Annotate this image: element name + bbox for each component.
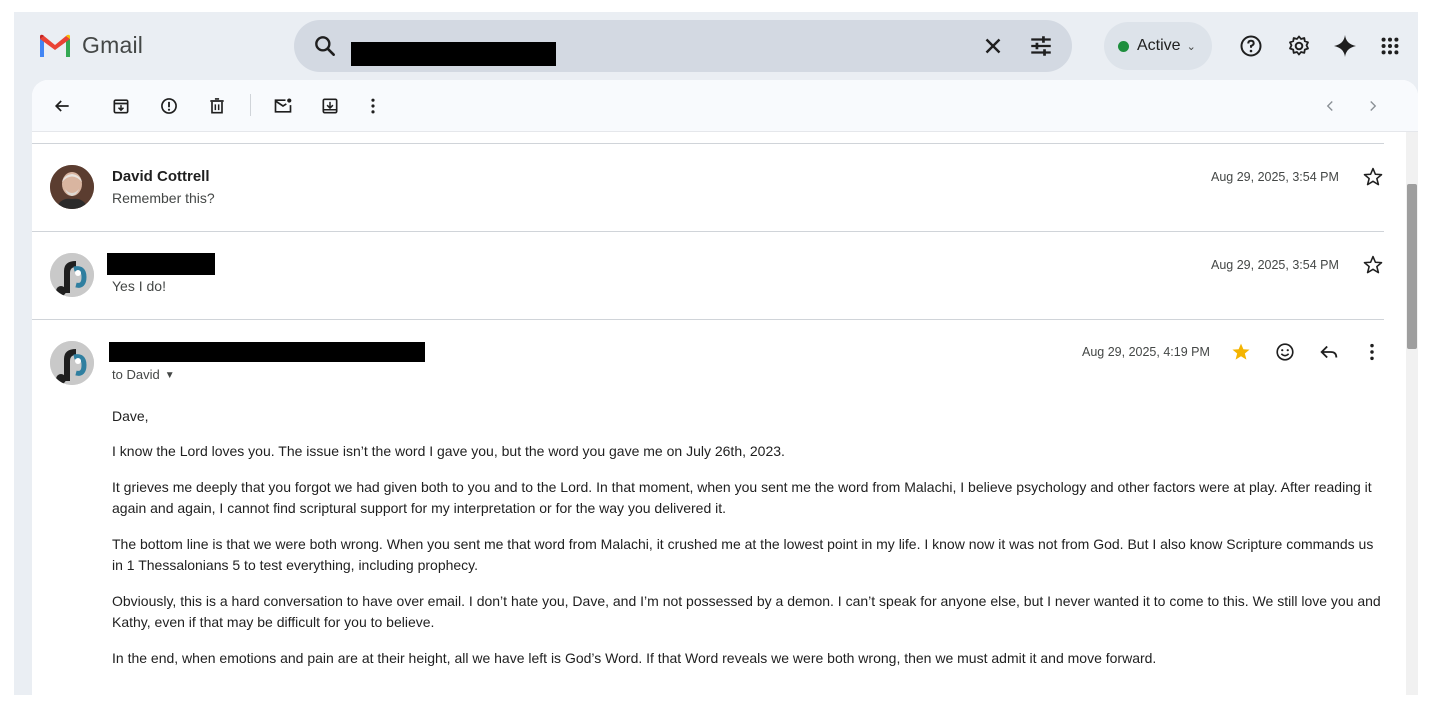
more-vert-icon[interactable]: [1361, 341, 1383, 363]
apps-grid-icon[interactable]: [1376, 32, 1404, 60]
search-options-icon[interactable]: [1028, 33, 1054, 59]
body-paragraph: I know the Lord loves you. The issue isn…: [112, 443, 785, 459]
body-paragraph: It grieves me deeply that you forgot we …: [112, 479, 1372, 516]
caret-down-icon[interactable]: ▼: [165, 370, 175, 381]
collapsed-message[interactable]: Yes I do! Aug 29, 2025, 3:54 PM: [32, 232, 1402, 320]
search-icon[interactable]: [312, 33, 338, 59]
message-snippet: Remember this?: [112, 190, 215, 206]
message-view: David Cottrell Remember this? Aug 29, 20…: [32, 80, 1418, 695]
collapsed-message[interactable]: David Cottrell Remember this? Aug 29, 20…: [32, 144, 1402, 232]
newer-chevron-left-icon[interactable]: [1318, 94, 1342, 118]
star-icon[interactable]: [1362, 166, 1384, 188]
sender-name-redacted: [107, 253, 215, 275]
older-chevron-right-icon[interactable]: [1361, 94, 1385, 118]
message-snippet: Yes I do!: [112, 278, 166, 294]
archive-icon[interactable]: [109, 94, 133, 118]
message-date: Aug 29, 2025, 3:54 PM: [1211, 170, 1339, 184]
message-toolbar: [32, 80, 1418, 132]
close-icon[interactable]: [980, 33, 1006, 59]
help-icon[interactable]: [1237, 32, 1265, 60]
message-date: Aug 29, 2025, 4:19 PM: [1082, 345, 1210, 359]
more-vert-icon[interactable]: [361, 94, 385, 118]
emoji-react-icon[interactable]: [1274, 341, 1296, 363]
star-icon[interactable]: [1362, 254, 1384, 276]
avatar[interactable]: [50, 165, 94, 209]
star-filled-icon[interactable]: [1230, 341, 1252, 363]
mark-unread-icon[interactable]: [271, 94, 295, 118]
app-name: Gmail: [82, 32, 144, 58]
recipient-label: to David: [112, 367, 160, 382]
body-greeting: Dave,: [112, 408, 149, 424]
message-body: Dave, I know the Lord loves you. The iss…: [112, 406, 1382, 684]
sender-name-redacted: [109, 342, 425, 362]
toolbar-divider: [250, 94, 251, 116]
scrollbar-thumb[interactable]: [1407, 184, 1417, 349]
gmail-window: Gmail Active ⌄ David Cottrell Remember t…: [14, 12, 1418, 695]
sender-name: David Cottrell: [112, 168, 210, 185]
body-paragraph: Obviously, this is a hard conversation t…: [112, 593, 1381, 630]
report-spam-icon[interactable]: [157, 94, 181, 118]
status-label: Active: [1137, 37, 1181, 54]
gemini-sparkle-icon[interactable]: [1331, 32, 1359, 60]
search-bar[interactable]: [294, 20, 1072, 72]
back-arrow-icon[interactable]: [50, 94, 74, 118]
body-paragraph: In the end, when emotions and pain are a…: [112, 650, 1157, 666]
search-query-redacted[interactable]: [351, 42, 556, 66]
body-paragraph: The bottom line is that we were both wro…: [112, 536, 1374, 573]
avatar[interactable]: [50, 341, 94, 385]
message-date: Aug 29, 2025, 3:54 PM: [1211, 258, 1339, 272]
avatar[interactable]: [50, 253, 94, 297]
gmail-logo[interactable]: Gmail: [38, 32, 143, 59]
gmail-m-icon: [40, 34, 70, 57]
expanded-message: to David ▼ Aug 29, 2025, 4:19 PM Dave, I…: [32, 320, 1402, 695]
top-bar: Gmail Active ⌄: [14, 12, 1418, 80]
status-dot: [1118, 40, 1129, 52]
settings-gear-icon[interactable]: [1285, 32, 1313, 60]
reply-icon[interactable]: [1318, 341, 1340, 363]
move-to-icon[interactable]: [318, 94, 342, 118]
status-selector[interactable]: Active ⌄: [1104, 22, 1212, 70]
delete-trash-icon[interactable]: [205, 94, 229, 118]
chevron-down-icon: ⌄: [1186, 40, 1196, 53]
recipient-details[interactable]: to David ▼: [112, 367, 175, 382]
